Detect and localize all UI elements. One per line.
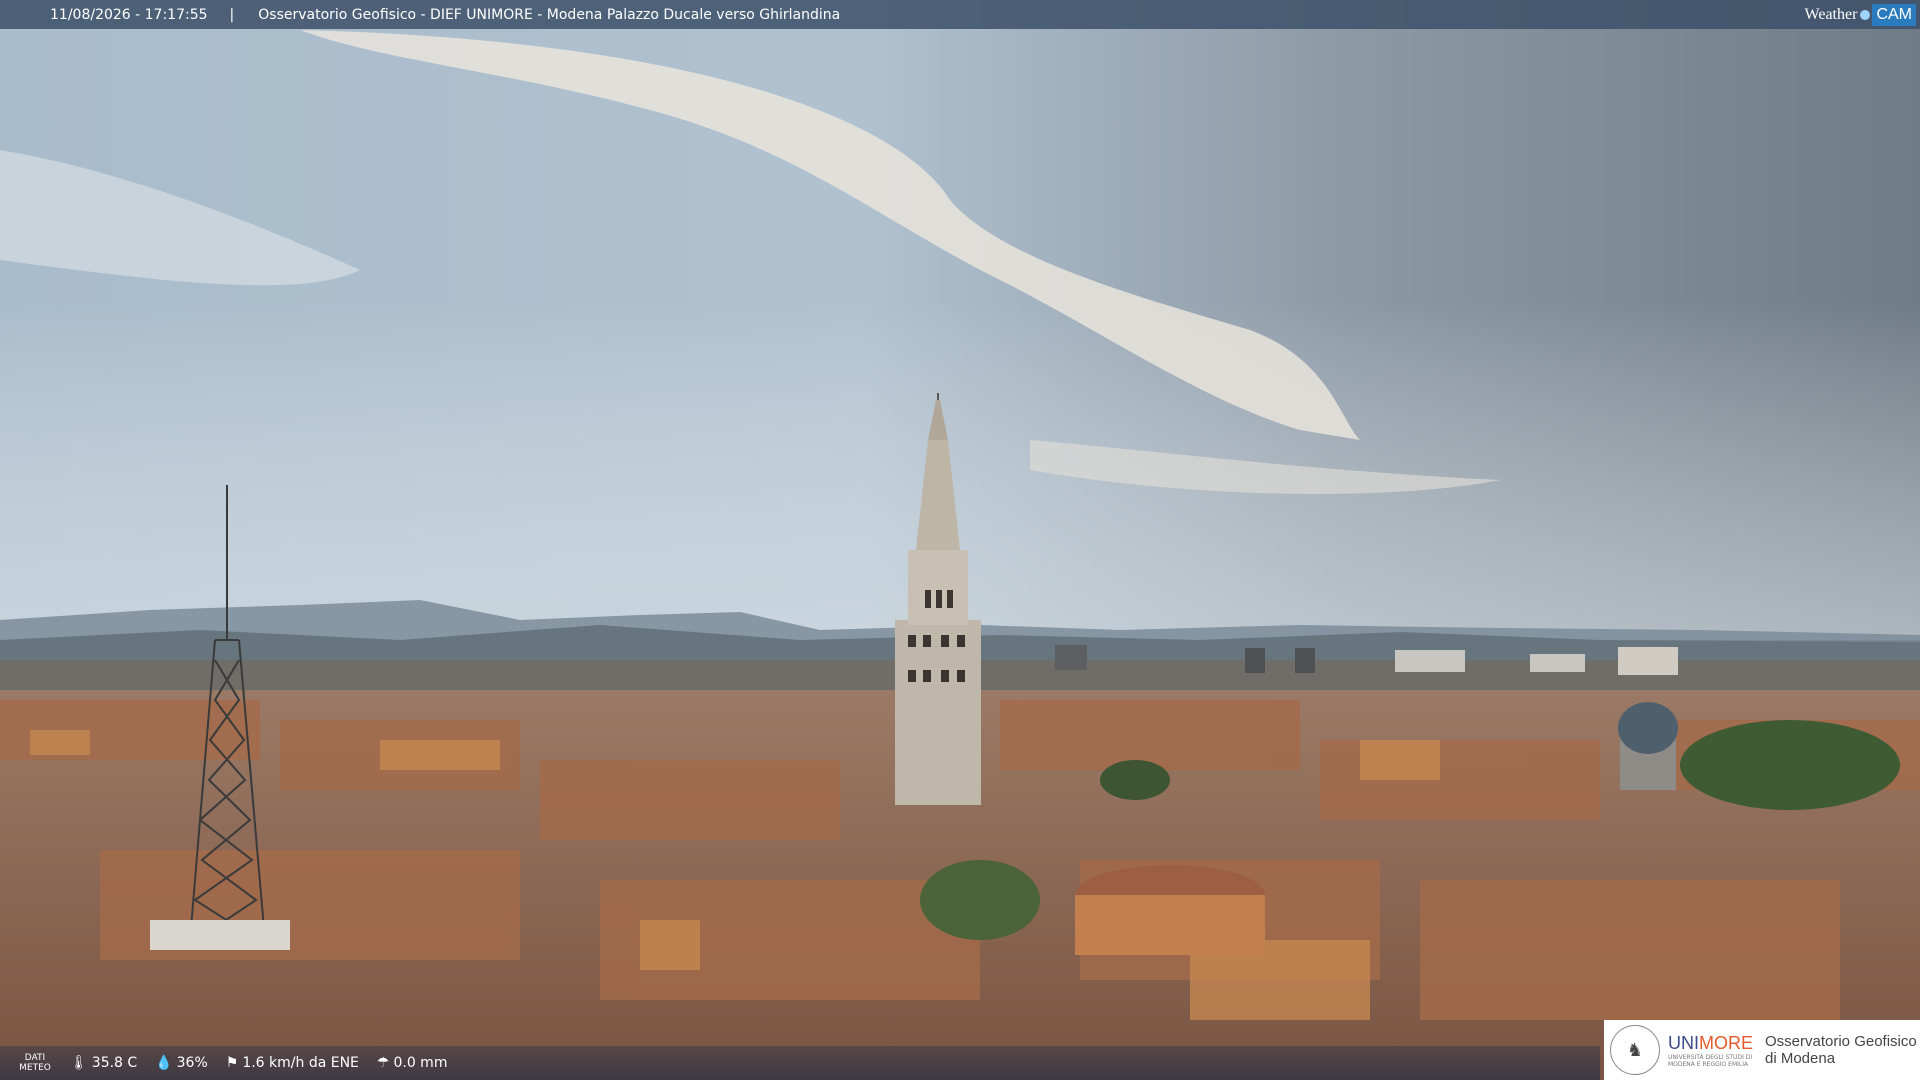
weathercam-logo: Weather CAM — [1805, 0, 1920, 29]
uni-small-line2: MODENA E REGGIO EMILIA — [1668, 1060, 1749, 1068]
webcam-image — [0, 0, 1920, 1080]
wind-value: 1.6 km/h da ENE — [242, 1055, 359, 1071]
humidity-item: 💧 36% — [155, 1055, 208, 1071]
unimore-wordmark: UNIMORE UNIVERSITÀ DEGLI STUDI DI MODENA… — [1668, 1033, 1753, 1068]
timestamp: 11/08/2026 - 17:17:55 — [50, 6, 208, 23]
rain-value: 0.0 mm — [393, 1055, 448, 1071]
brand-cam: CAM — [1872, 3, 1916, 26]
wind-item: ⚑ 1.6 km/h da ENE — [226, 1055, 359, 1071]
weather-label-line1: DATI — [24, 1053, 46, 1063]
wind-icon: ⚑ — [225, 1055, 239, 1071]
weather-label-line2: METEO — [19, 1063, 51, 1073]
humidity-value: 36% — [176, 1055, 208, 1071]
obs-line2: di Modena — [1765, 1050, 1836, 1067]
unimore-logo-box: ♞ UNIMORE UNIVERSITÀ DEGLI STUDI DI MODE… — [1604, 1020, 1920, 1080]
humidity-icon: 💧 — [155, 1055, 173, 1071]
camera-title: Osservatorio Geofisico - DIEF UNIMORE - … — [258, 6, 841, 23]
temperature-item: 🌡 35.8 C — [70, 1055, 137, 1071]
rain-item: ☂ 0.0 mm — [377, 1055, 448, 1071]
rain-icon: ☂ — [376, 1055, 390, 1071]
uni-part1: UNI — [1668, 1032, 1699, 1053]
brand-dot-icon — [1860, 9, 1871, 20]
weather-data-strip: DATI METEO 🌡 35.8 C 💧 36% ⚑ 1.6 km/h da … — [0, 1046, 1600, 1080]
temperature-value: 35.8 C — [91, 1055, 138, 1071]
separator: | — [229, 6, 235, 23]
uni-part2: MORE — [1699, 1032, 1753, 1053]
university-seal-icon: ♞ — [1610, 1025, 1660, 1075]
brand-weather: Weather — [1804, 5, 1858, 23]
unimore-name: UNIMORE — [1668, 1033, 1753, 1054]
weather-label: DATI METEO — [0, 1053, 70, 1073]
observatory-name: Osservatorio Geofisico di Modena — [1765, 1033, 1917, 1067]
obs-line1: Osservatorio Geofisico — [1765, 1033, 1917, 1050]
thermometer-icon: 🌡 — [70, 1055, 88, 1071]
uni-small-line1: UNIVERSITÀ DEGLI STUDI DI — [1668, 1053, 1753, 1061]
top-info-bar: 11/08/2026 - 17:17:55 | Osservatorio Geo… — [0, 0, 1920, 29]
